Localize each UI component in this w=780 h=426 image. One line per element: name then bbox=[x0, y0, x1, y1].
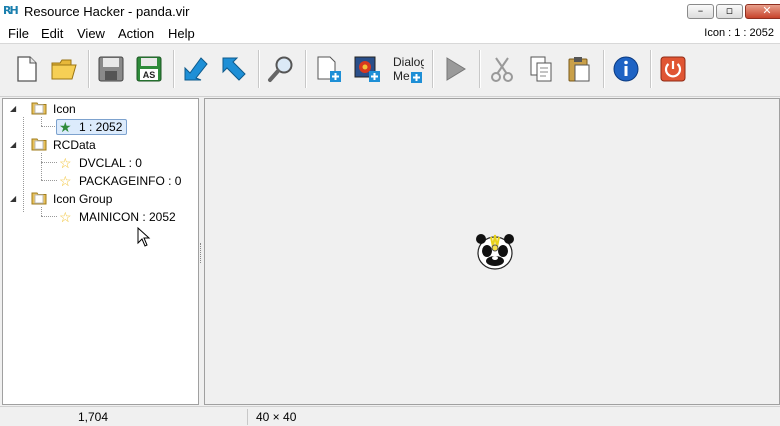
tree-node-dvclal[interactable]: DVCLAL : 0 bbox=[79, 156, 142, 172]
menu-edit[interactable]: Edit bbox=[41, 26, 63, 41]
open-folder-icon[interactable] bbox=[49, 54, 79, 84]
collapse-icon[interactable]: ◢ bbox=[10, 140, 16, 149]
toolbar-separator bbox=[305, 50, 307, 88]
dialog-menu-label-bottom: Me bbox=[393, 69, 410, 83]
maximize-icon: ▫ bbox=[725, 4, 734, 17]
toolbar-separator bbox=[603, 50, 605, 88]
toolbar-separator bbox=[479, 50, 481, 88]
tree-node-icon-group[interactable]: Icon Group bbox=[53, 192, 112, 208]
save-as-label: AS bbox=[143, 70, 156, 80]
tree-node-icon-1-2052[interactable]: 1 : 2052 bbox=[79, 120, 122, 136]
status-file-size: 1,704 bbox=[78, 410, 109, 424]
minimize-button[interactable]: – bbox=[687, 4, 714, 19]
tree-connector bbox=[41, 162, 57, 163]
menu-bar: File Edit View Action Help Icon : 1 : 20… bbox=[0, 24, 780, 44]
splitter-grip bbox=[200, 243, 203, 263]
cut-icon[interactable] bbox=[487, 54, 517, 84]
menu-help[interactable]: Help bbox=[168, 26, 195, 41]
tree-node-rcdata[interactable]: RCData bbox=[53, 138, 96, 154]
menu-file[interactable]: File bbox=[8, 26, 29, 41]
star-icon: ☆ bbox=[59, 209, 72, 225]
star-icon: ☆ bbox=[59, 155, 72, 171]
tree-node-packageinfo[interactable]: PACKAGEINFO : 0 bbox=[79, 174, 181, 190]
paste-icon[interactable] bbox=[564, 54, 594, 84]
save-as-icon[interactable]: AS bbox=[134, 54, 164, 84]
go-to-icon[interactable] bbox=[219, 54, 249, 84]
dialog-menu-icon[interactable]: Dialog Me bbox=[390, 54, 424, 84]
tree-connector bbox=[41, 180, 57, 181]
save-icon[interactable] bbox=[96, 54, 126, 84]
tree-node-mainicon[interactable]: MAINICON : 2052 bbox=[79, 210, 176, 226]
folder-icon bbox=[31, 102, 47, 115]
status-bar: 1,704 40 × 40 bbox=[0, 406, 780, 426]
menu-action[interactable]: Action bbox=[118, 26, 154, 41]
toolbar-separator bbox=[650, 50, 652, 88]
compile-icon[interactable] bbox=[181, 54, 211, 84]
tree-connector bbox=[41, 153, 42, 180]
find-icon[interactable] bbox=[266, 54, 296, 84]
tree-connector bbox=[41, 207, 42, 216]
add-resource-icon[interactable] bbox=[313, 54, 343, 84]
minimize-icon: – bbox=[697, 4, 704, 17]
add-image-icon[interactable] bbox=[352, 54, 382, 84]
copy-icon[interactable] bbox=[526, 54, 556, 84]
menu-view[interactable]: View bbox=[77, 26, 105, 41]
window-title: Resource Hacker - panda.vir bbox=[24, 4, 190, 19]
resource-tree[interactable]: ◢ Icon ★ 1 : 2052 ◢ RCData ☆ DVCLAL : 0 … bbox=[2, 98, 199, 405]
close-button[interactable]: ✕ bbox=[745, 4, 780, 19]
toolbar-separator bbox=[432, 50, 434, 88]
tree-connector bbox=[41, 216, 57, 217]
toolbar-separator bbox=[173, 50, 175, 88]
dialog-menu-label-top: Dialog bbox=[393, 55, 424, 69]
status-separator bbox=[247, 409, 248, 425]
close-icon: ✕ bbox=[762, 4, 772, 17]
tree-connector bbox=[23, 117, 24, 212]
new-file-icon[interactable] bbox=[11, 54, 41, 84]
play-icon[interactable] bbox=[440, 54, 470, 84]
maximize-button[interactable]: ▫ bbox=[716, 4, 743, 19]
star-icon: ☆ bbox=[59, 173, 72, 189]
resource-preview-pane bbox=[204, 98, 780, 405]
mouse-cursor-icon bbox=[137, 227, 151, 247]
collapse-icon[interactable]: ◢ bbox=[10, 194, 16, 203]
status-dimensions: 40 × 40 bbox=[256, 410, 297, 424]
tree-connector bbox=[41, 126, 57, 127]
folder-icon bbox=[31, 138, 47, 151]
current-resource-label: Icon : 1 : 2052 bbox=[704, 27, 774, 39]
toolbar: AS Dialog Me bbox=[0, 44, 780, 97]
exit-icon[interactable] bbox=[658, 54, 688, 84]
green-star-icon: ★ bbox=[59, 119, 72, 135]
tree-node-icon[interactable]: Icon bbox=[53, 102, 76, 118]
toolbar-separator bbox=[88, 50, 90, 88]
app-logo-icon: RH bbox=[3, 4, 19, 17]
title-bar: RH Resource Hacker - panda.vir – ▫ ✕ bbox=[0, 0, 780, 24]
info-icon[interactable] bbox=[611, 54, 641, 84]
folder-icon bbox=[31, 192, 47, 205]
panda-icon-preview bbox=[476, 234, 514, 270]
collapse-icon[interactable]: ◢ bbox=[10, 104, 16, 113]
tree-connector bbox=[41, 117, 42, 126]
toolbar-separator bbox=[258, 50, 260, 88]
